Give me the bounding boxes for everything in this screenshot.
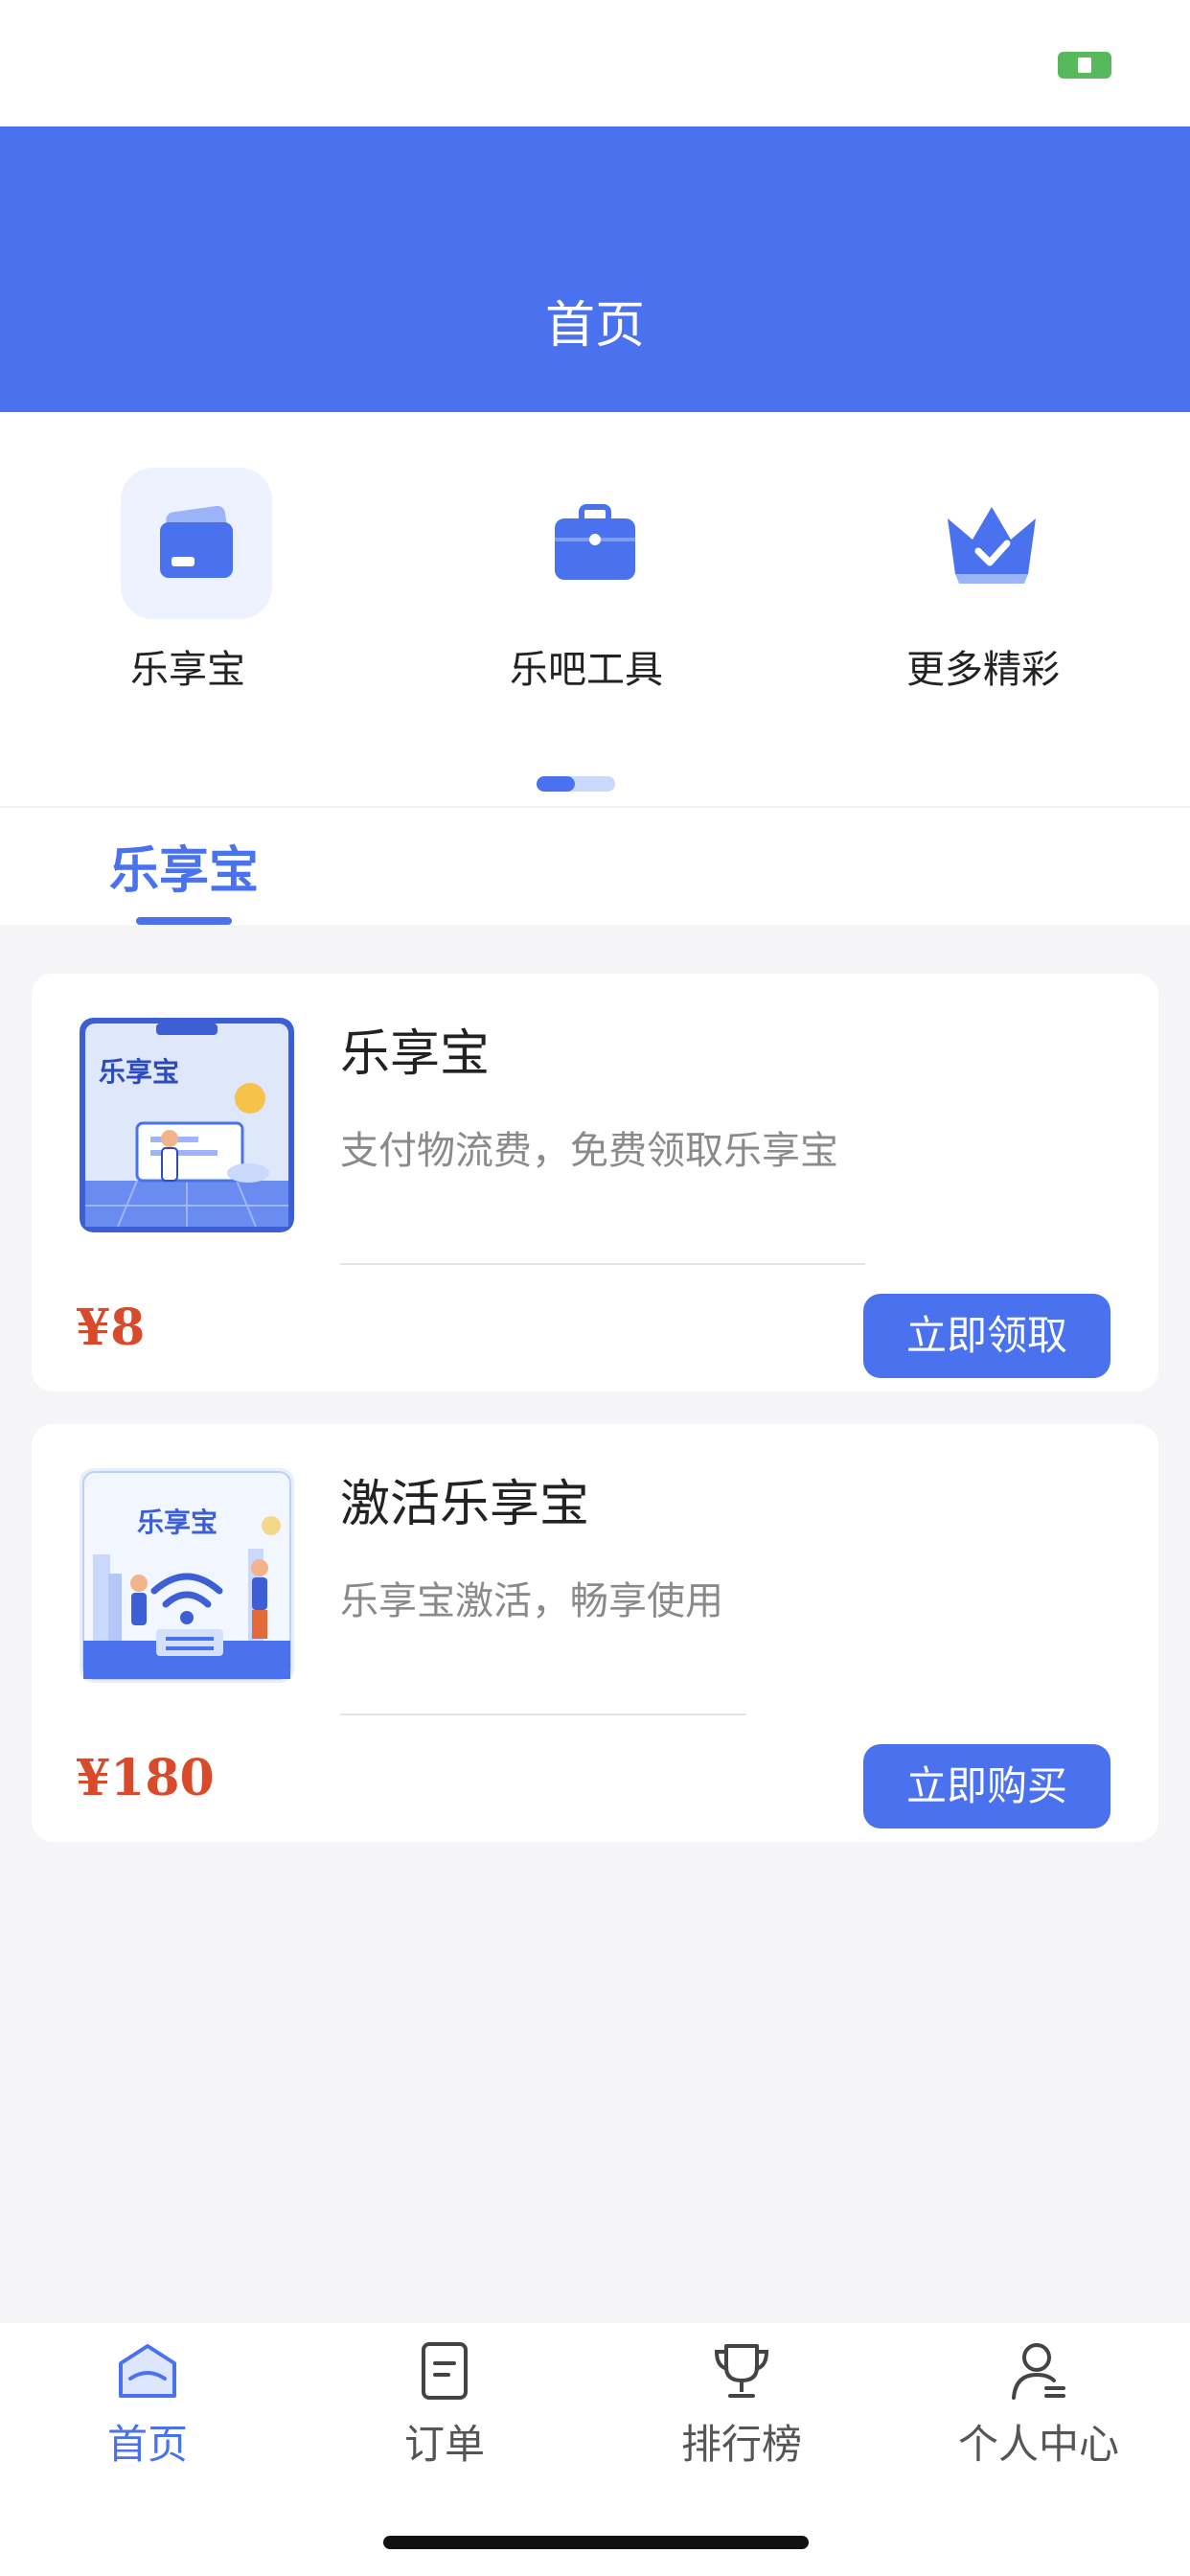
product-card[interactable]: 乐享宝 激活乐享宝 乐享宝激活，畅享使用 ¥180 立即购买 [32, 1424, 1158, 1842]
tab-home[interactable]: 首页 [33, 2340, 263, 2474]
svg-text:乐享宝: 乐享宝 [137, 1506, 217, 1538]
user-icon [1008, 2340, 1069, 2402]
tab-label: 首页 [106, 2421, 188, 2468]
product-price: ¥8 [76, 1299, 146, 1357]
order-icon [414, 2340, 475, 2402]
product-title: 乐享宝 [340, 1025, 491, 1083]
tab-ranking[interactable]: 排行榜 [627, 2340, 857, 2474]
quick-item-label: 乐吧工具 [510, 648, 663, 692]
crown-icon [916, 468, 1067, 619]
page-title: 首页 [544, 297, 645, 355]
product-description: 乐享宝激活，畅享使用 [340, 1579, 723, 1623]
tab-label: 订单 [403, 2421, 485, 2468]
product-card[interactable]: 乐享宝 乐享宝 支付物流费，免费领取乐享宝 ¥8 立即领取 [32, 974, 1158, 1392]
tab-underline [136, 917, 232, 925]
tab-orders[interactable]: 订单 [330, 2340, 560, 2474]
quick-item-tools[interactable]: 乐吧工具 [471, 468, 701, 717]
quick-item-label: 更多精彩 [906, 648, 1060, 692]
toolbox-icon [519, 468, 671, 619]
quick-nav: 乐享宝 乐吧工具 更多精彩 [0, 412, 1190, 807]
product-image: 乐享宝 [80, 1468, 294, 1683]
tab-label: 排行榜 [680, 2421, 802, 2468]
divider [340, 1714, 746, 1715]
tab-profile[interactable]: 个人中心 [924, 2340, 1154, 2474]
tab-label: 个人中心 [957, 2421, 1119, 2468]
battery-icon [1058, 52, 1111, 79]
header: 首页 [0, 126, 1190, 412]
product-title: 激活乐享宝 [340, 1476, 590, 1533]
quick-item-label: 乐享宝 [130, 648, 245, 692]
claim-button[interactable]: 立即领取 [863, 1294, 1110, 1378]
category-tabs: 乐享宝 [0, 808, 1190, 925]
divider [340, 1263, 865, 1265]
tab-lexiangbao[interactable]: 乐享宝 [107, 842, 261, 900]
svg-text:乐享宝: 乐享宝 [99, 1056, 179, 1088]
page-indicator [537, 776, 615, 792]
home-icon [117, 2340, 178, 2402]
product-price: ¥180 [76, 1749, 215, 1807]
product-image: 乐享宝 [80, 1018, 294, 1232]
quick-item-more[interactable]: 更多精彩 [868, 468, 1098, 717]
trophy-icon [711, 2340, 772, 2402]
product-description: 支付物流费，免费领取乐享宝 [340, 1129, 838, 1173]
quick-item-lexiangbao[interactable]: 乐享宝 [73, 468, 303, 717]
home-indicator [383, 2536, 809, 2549]
buy-button[interactable]: 立即购买 [863, 1744, 1110, 1828]
status-bar [0, 0, 1190, 126]
card-icon [121, 468, 272, 619]
